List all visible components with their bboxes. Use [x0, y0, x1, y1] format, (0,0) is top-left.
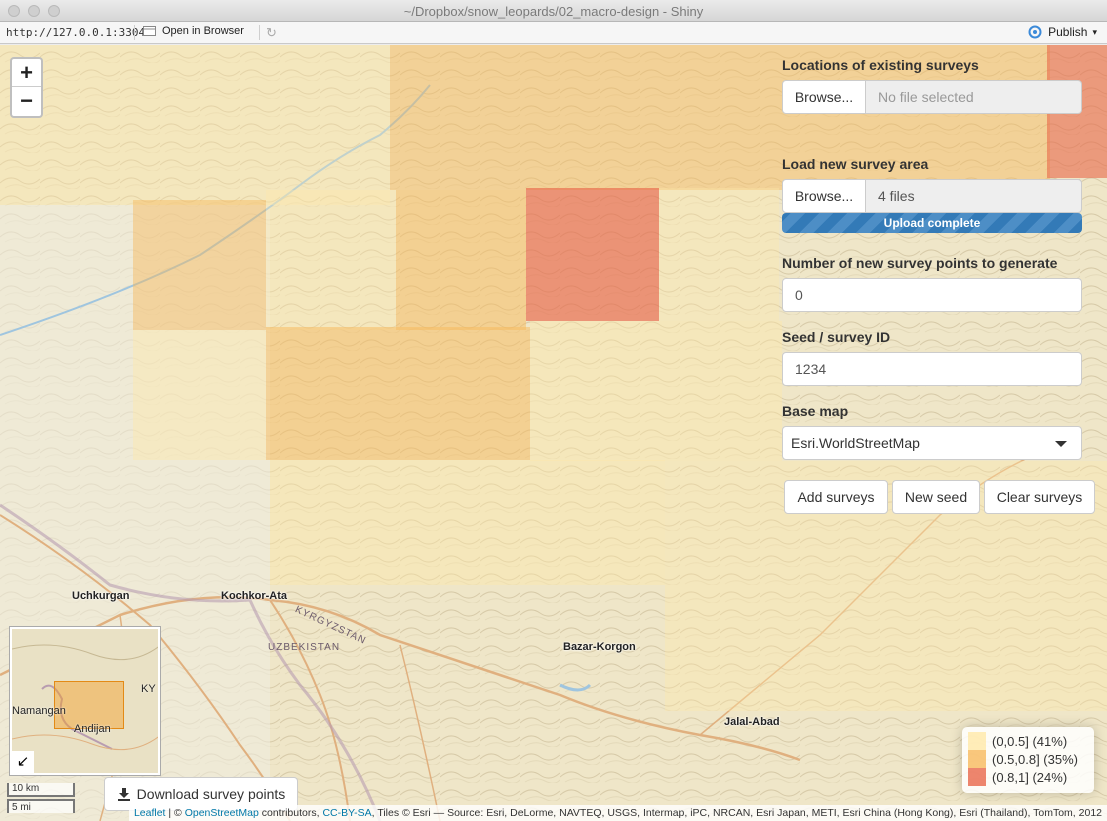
- num-points-input[interactable]: 0: [782, 278, 1082, 312]
- probability-cell[interactable]: [270, 460, 665, 585]
- base-map-label: Base map: [782, 403, 849, 419]
- upload-progress-bar: Upload complete: [782, 213, 1082, 233]
- minimap-label: Namangan: [12, 705, 66, 717]
- chevron-down-icon: ▾: [1092, 26, 1097, 37]
- refresh-icon[interactable]: ↻: [266, 25, 281, 40]
- open-in-browser-button[interactable]: Open in Browser: [143, 25, 244, 37]
- chevron-down-icon: [1055, 441, 1067, 447]
- attribution-text: contributors,: [258, 807, 323, 819]
- base-map-select[interactable]: Esri.WorldStreetMap: [782, 426, 1082, 460]
- minimap-label: KY: [141, 683, 156, 695]
- file-name-display: 4 files: [866, 179, 1082, 213]
- publish-icon: [1028, 25, 1042, 39]
- seed-input[interactable]: 1234: [782, 352, 1082, 386]
- publish-label: Publish: [1048, 25, 1088, 39]
- window-title: ~/Dropbox/snow_leopards/02_macro-design …: [403, 4, 704, 19]
- new-survey-area-file-input[interactable]: Browse... 4 files: [782, 179, 1082, 213]
- attribution-text: , Tiles © Esri — Source: Esri, DeLorme, …: [371, 807, 1102, 819]
- probability-cell[interactable]: [526, 188, 659, 321]
- probability-cell[interactable]: [133, 200, 266, 330]
- add-surveys-button[interactable]: Add surveys: [784, 480, 888, 514]
- leaflet-link[interactable]: Leaflet: [134, 807, 166, 819]
- seed-label: Seed / survey ID: [782, 329, 891, 345]
- probability-cell[interactable]: [266, 327, 530, 460]
- zoom-control: + −: [10, 57, 43, 118]
- browse-button[interactable]: Browse...: [782, 80, 866, 114]
- num-points-label: Number of new survey points to generate: [782, 255, 1058, 271]
- minimap[interactable]: KY Namangan Andijan ↙: [10, 627, 160, 775]
- toolbar-divider: [134, 25, 135, 40]
- city-label: Jalal-Abad: [724, 716, 780, 728]
- zoom-in-button[interactable]: +: [12, 59, 41, 87]
- new-survey-area-label: Load new survey area: [782, 156, 929, 172]
- existing-surveys-file-input[interactable]: Browse... No file selected: [782, 80, 1082, 114]
- scale-bar-imperial: 5 mi: [7, 799, 75, 813]
- attribution-text: | ©: [165, 807, 185, 819]
- scale-bar-metric: 10 km: [7, 783, 75, 797]
- openstreetmap-link[interactable]: OpenStreetMap: [185, 807, 259, 819]
- browser-window-icon: [143, 26, 156, 36]
- legend-swatch: [968, 732, 986, 750]
- legend-label: (0.5,0.8] (35%): [992, 751, 1078, 767]
- browse-button[interactable]: Browse...: [782, 179, 866, 213]
- legend-swatch: [968, 768, 986, 786]
- probability-cell[interactable]: [659, 188, 779, 321]
- file-name-display: No file selected: [866, 80, 1082, 114]
- base-map-selected: Esri.WorldStreetMap: [791, 435, 920, 451]
- city-label: Bazar-Korgon: [563, 641, 636, 653]
- minimap-label: Andijan: [74, 723, 111, 735]
- license-link[interactable]: CC-BY-SA: [322, 807, 371, 819]
- legend-swatch: [968, 750, 986, 768]
- window-title-bar: ~/Dropbox/snow_leopards/02_macro-design …: [0, 0, 1107, 22]
- download-label: Download survey points: [136, 786, 286, 802]
- clear-surveys-button[interactable]: Clear surveys: [984, 480, 1095, 514]
- probability-cell[interactable]: [530, 321, 782, 461]
- open-in-browser-label: Open in Browser: [162, 25, 244, 37]
- city-label: Uchkurgan: [72, 590, 130, 602]
- leaflet-map[interactable]: Uchkurgan Kochkor-Ata Bazar-Korgon Jalal…: [0, 45, 1107, 821]
- zoom-out-button[interactable]: −: [12, 87, 41, 115]
- map-attribution: Leaflet | © OpenStreetMap contributors, …: [128, 805, 1107, 821]
- country-label: UZBEKISTAN: [268, 642, 341, 653]
- city-label: Kochkor-Ata: [221, 590, 288, 602]
- legend-item: (0.8,1] (24%): [968, 768, 1088, 786]
- legend-label: (0,0.5] (41%): [992, 733, 1068, 749]
- legend-label: (0.8,1] (24%): [992, 769, 1068, 785]
- new-seed-button[interactable]: New seed: [892, 480, 980, 514]
- existing-surveys-label: Locations of existing surveys: [782, 57, 979, 73]
- minimap-toggle-button[interactable]: ↙: [12, 751, 34, 773]
- url-label: http://127.0.0.1:3304: [6, 26, 146, 39]
- viewer-toolbar: http://127.0.0.1:3304 Open in Browser ↻ …: [0, 22, 1107, 44]
- legend-item: (0.5,0.8] (35%): [968, 750, 1088, 768]
- probability-cell[interactable]: [396, 190, 526, 330]
- toolbar-divider: [259, 25, 260, 40]
- publish-button[interactable]: Publish ▾: [1027, 25, 1097, 39]
- probability-cell[interactable]: [0, 45, 390, 205]
- legend-item: (0,0.5] (41%): [968, 732, 1088, 750]
- map-legend: (0,0.5] (41%) (0.5,0.8] (35%) (0.8,1] (2…: [962, 727, 1094, 793]
- probability-cell[interactable]: [266, 190, 396, 330]
- download-icon: [117, 788, 130, 801]
- probability-cell[interactable]: [133, 330, 266, 460]
